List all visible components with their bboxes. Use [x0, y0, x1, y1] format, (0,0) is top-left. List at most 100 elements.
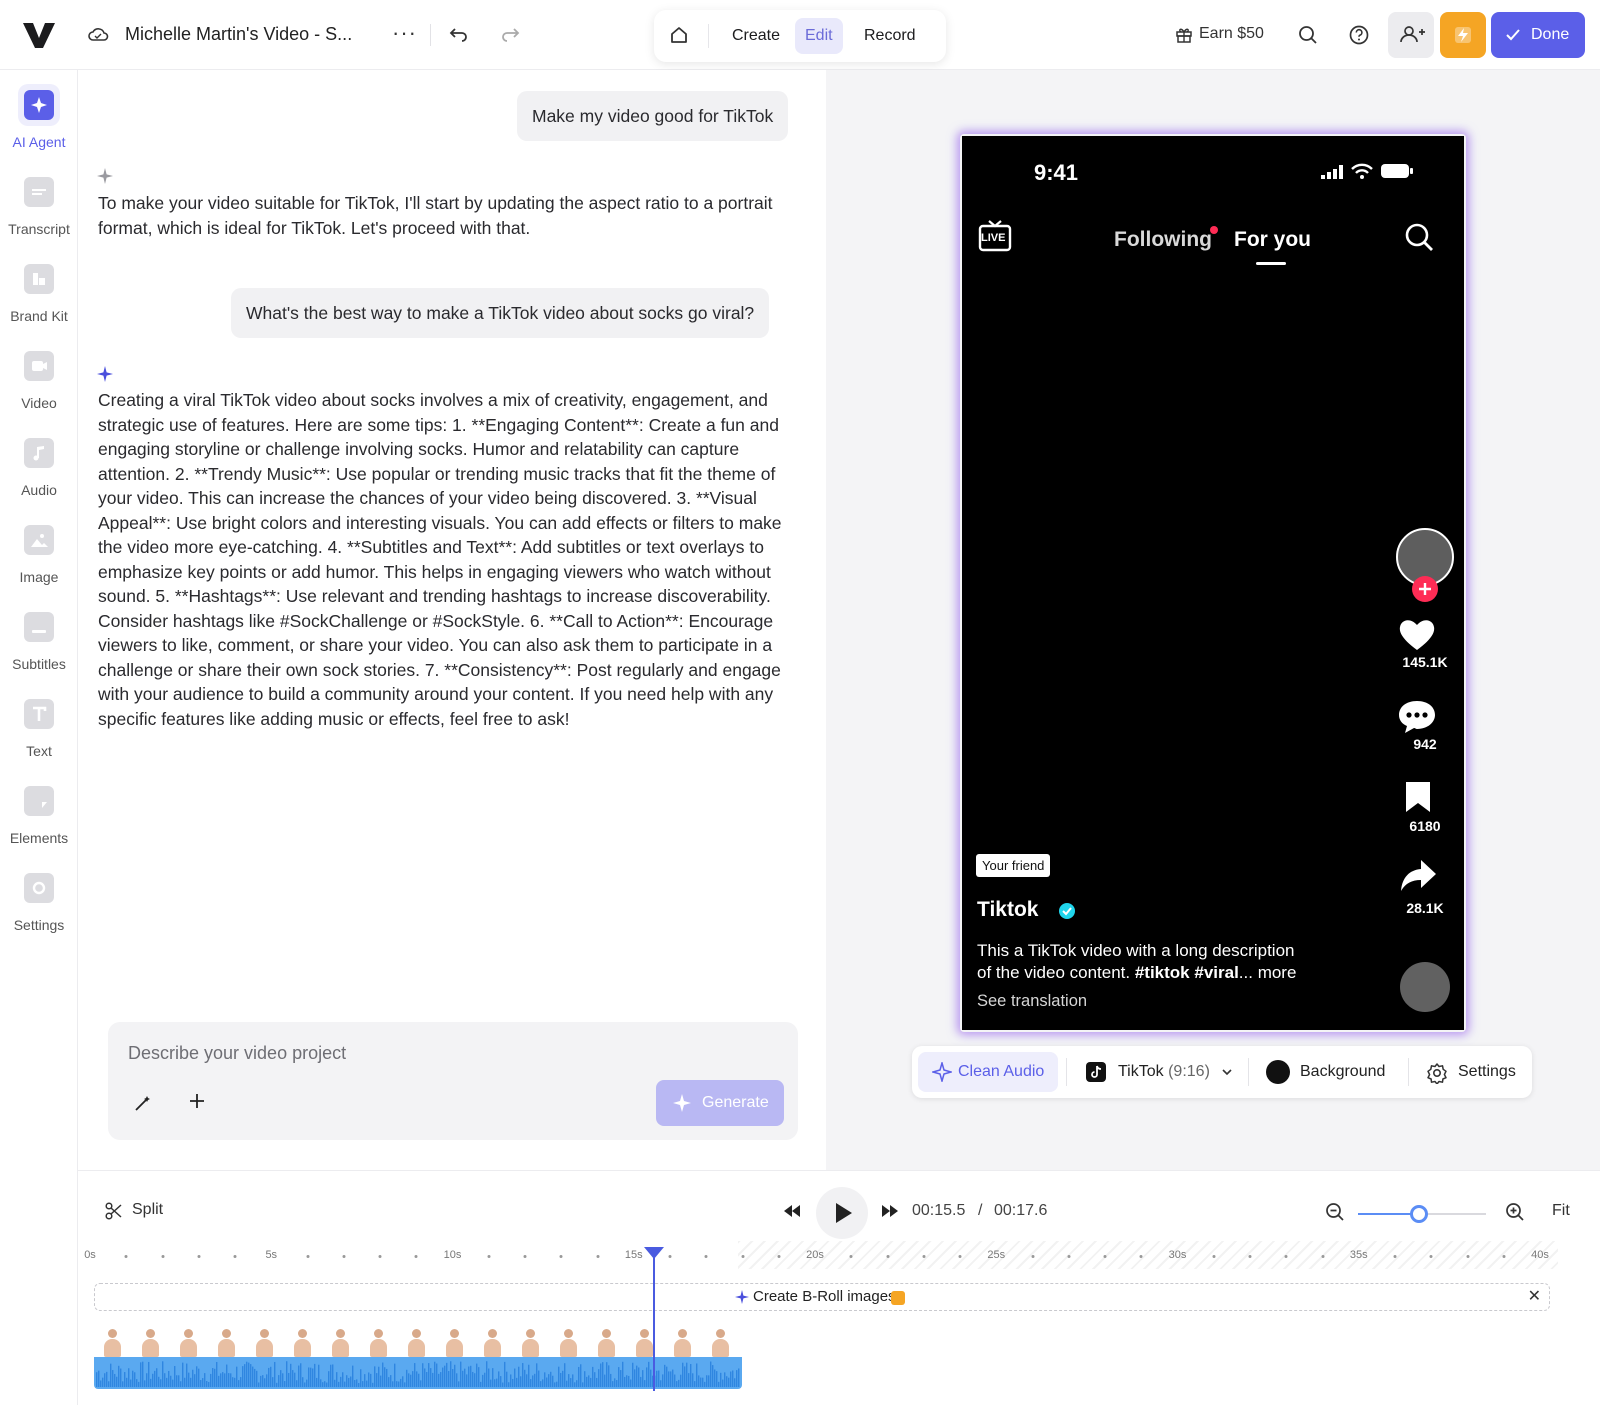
tiktok-preview[interactable]: 9:41 LIVE Following For you 145.1K 942 6… — [962, 136, 1464, 1030]
search-icon[interactable] — [1404, 222, 1434, 252]
project-title[interactable]: Michelle Martin's Video - S... — [125, 24, 352, 45]
zoom-slider-handle[interactable] — [1410, 1205, 1428, 1223]
zoom-out-icon[interactable] — [1324, 1201, 1346, 1223]
time-ruler[interactable]: 0s 5s 10s 15s 20s 25s 30s 35s 40s — [84, 1249, 1550, 1269]
live-button[interactable]: LIVE — [978, 220, 1012, 252]
upgrade-button[interactable] — [1440, 12, 1486, 58]
comment-icon[interactable] — [1397, 698, 1437, 736]
ruler-tick — [1429, 1255, 1433, 1258]
generate-button[interactable]: Generate — [656, 1080, 784, 1126]
follow-button[interactable] — [1412, 576, 1438, 602]
toolbar-divider — [1408, 1058, 1409, 1086]
sparkle-icon — [735, 1290, 749, 1304]
battery-icon — [1381, 164, 1413, 178]
split-button[interactable]: Split — [104, 1201, 163, 1220]
sidebar-item-brand-kit[interactable]: Brand Kit — [0, 258, 78, 324]
video-clip[interactable] — [94, 1327, 742, 1389]
sidebar-item-label: AI Agent — [12, 134, 66, 150]
user-message: What's the best way to make a TikTok vid… — [231, 288, 770, 338]
friend-tag: Your friend — [976, 854, 1051, 877]
done-button[interactable]: Done — [1491, 12, 1585, 58]
fit-button[interactable]: Fit — [1552, 1202, 1570, 1220]
heart-icon[interactable] — [1398, 616, 1436, 652]
rewind-icon[interactable] — [782, 1201, 802, 1221]
prompt-input[interactable] — [128, 1038, 768, 1068]
invite-collaborator-button[interactable] — [1388, 12, 1434, 58]
prompt-composer: Generate — [108, 1022, 798, 1140]
sidebar-item-ai-agent[interactable]: AI Agent — [0, 84, 78, 150]
clean-audio-button[interactable]: Clean Audio — [918, 1052, 1059, 1092]
close-icon[interactable]: ✕ — [1528, 1286, 1541, 1306]
ruler-tick — [1502, 1255, 1506, 1258]
description-hashtags[interactable]: #tiktok #viral — [1135, 963, 1239, 982]
tab-for-you[interactable]: For you — [1234, 228, 1311, 252]
playhead-handle[interactable] — [644, 1247, 664, 1259]
more-options-button[interactable]: ··· — [392, 20, 417, 46]
ai-message: To make your video suitable for TikTok, … — [98, 193, 773, 238]
ruler-tick — [1393, 1255, 1397, 1258]
help-icon[interactable] — [1348, 24, 1370, 46]
tab-following[interactable]: Following — [1114, 228, 1212, 252]
sidebar-item-text[interactable]: Text — [0, 693, 78, 759]
like-count: 145.1K — [1402, 654, 1448, 670]
app-logo-icon[interactable] — [22, 20, 56, 50]
sidebar-item-elements[interactable]: Elements — [0, 780, 78, 846]
sidebar-item-audio[interactable]: Audio — [0, 432, 78, 498]
broll-label: Create B-Roll images — [753, 1288, 896, 1305]
tab-edit[interactable]: Edit — [795, 18, 843, 54]
ruler-tick — [378, 1255, 382, 1258]
sidebar-item-settings[interactable]: Settings — [0, 867, 78, 933]
playhead-line[interactable] — [653, 1251, 655, 1391]
ruler-tick — [1284, 1255, 1288, 1258]
zoom-in-icon[interactable] — [1504, 1201, 1526, 1223]
home-icon[interactable] — [668, 24, 690, 46]
see-translation-link[interactable]: See translation — [977, 992, 1087, 1011]
search-icon[interactable] — [1297, 24, 1319, 46]
ai-sparkle-icon — [97, 168, 113, 184]
redo-icon[interactable] — [500, 24, 520, 44]
ruler-tick — [342, 1255, 346, 1258]
ruler-tick — [1321, 1255, 1324, 1258]
broll-track[interactable]: Create B-Roll images ✕ — [94, 1283, 1550, 1311]
add-attachment-icon[interactable] — [188, 1092, 206, 1110]
sidebar-item-image[interactable]: Image — [0, 519, 78, 585]
gear-icon — [1427, 1063, 1447, 1084]
format-select[interactable]: TikTok (9:16) — [1084, 1052, 1232, 1092]
earn-rewards-link[interactable]: Earn $50 — [1199, 25, 1264, 43]
bookmark-icon[interactable] — [1403, 780, 1433, 814]
magic-wand-icon[interactable] — [134, 1094, 152, 1112]
creator-name[interactable]: Tiktok — [977, 898, 1038, 922]
fast-forward-icon[interactable] — [880, 1201, 900, 1221]
clip-thumbnail — [474, 1327, 512, 1357]
tab-create[interactable]: Create — [722, 18, 790, 54]
tiktok-logo-icon — [1086, 1062, 1106, 1082]
clip-thumbnail — [132, 1327, 170, 1357]
background-label: Background — [1300, 1063, 1386, 1080]
ai-sparkle-icon — [97, 366, 113, 382]
share-icon[interactable] — [1399, 858, 1437, 894]
description-more[interactable]: ... more — [1239, 963, 1297, 982]
sidebar-item-video[interactable]: Video — [0, 345, 78, 411]
ruler-tick — [124, 1255, 128, 1258]
play-button[interactable] — [816, 1187, 868, 1239]
ruler-tick — [1248, 1255, 1252, 1258]
preview-settings-button[interactable]: Settings — [1424, 1052, 1516, 1092]
chevron-down-icon — [1222, 1069, 1232, 1076]
save-count: 6180 — [1409, 818, 1441, 834]
total-duration: 00:17.6 — [994, 1202, 1048, 1219]
clip-thumbnail — [626, 1327, 664, 1357]
create-broll-button[interactable]: Create B-Roll images — [735, 1288, 896, 1305]
sidebar-item-subtitles[interactable]: Subtitles — [0, 606, 78, 672]
undo-icon[interactable] — [449, 24, 469, 44]
notification-dot — [1210, 226, 1218, 234]
background-button[interactable]: Background — [1266, 1052, 1385, 1092]
audio-icon — [24, 438, 54, 468]
clip-thumbnail — [588, 1327, 626, 1357]
tab-record[interactable]: Record — [854, 18, 926, 54]
check-icon — [1506, 29, 1520, 41]
ruler-tick — [559, 1255, 563, 1258]
sidebar-item-transcript[interactable]: Transcript — [0, 171, 78, 237]
music-disc[interactable] — [1400, 962, 1450, 1012]
sidebar-item-label: Text — [26, 743, 52, 759]
verified-badge-icon — [1059, 903, 1075, 919]
